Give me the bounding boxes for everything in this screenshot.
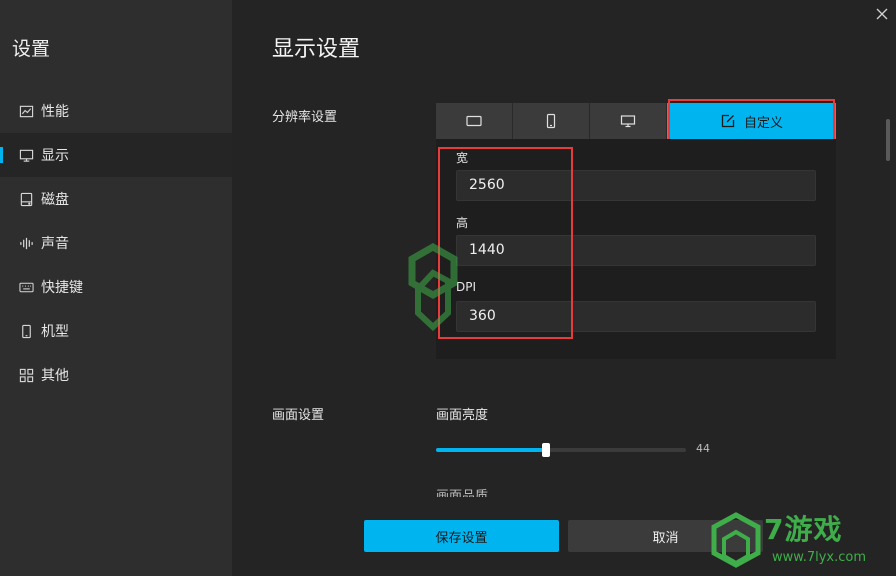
tab-desktop[interactable] bbox=[590, 103, 667, 139]
width-input[interactable]: 2560 bbox=[456, 170, 816, 201]
height-input[interactable]: 1440 bbox=[456, 235, 816, 266]
sidebar-item-other[interactable]: 其他 bbox=[0, 353, 232, 397]
picture-section-label: 画面设置 bbox=[272, 408, 325, 423]
clipped-setting-label: 画面品质 bbox=[436, 489, 489, 497]
chart-line-icon bbox=[18, 103, 34, 119]
sidebar: 设置 性能 显示 磁盘 声音 快捷键 机型 其他 bbox=[0, 0, 232, 576]
close-icon[interactable] bbox=[874, 6, 890, 22]
sidebar-item-label: 显示 bbox=[41, 148, 69, 164]
phone-portrait-icon bbox=[546, 113, 556, 129]
tab-custom[interactable]: 自定义 bbox=[667, 103, 836, 139]
tab-custom-label: 自定义 bbox=[743, 115, 783, 131]
dpi-label: DPI bbox=[456, 280, 477, 294]
height-label: 高 bbox=[456, 216, 469, 230]
save-button[interactable]: 保存设置 bbox=[364, 520, 559, 552]
cancel-button[interactable]: 取消 bbox=[568, 520, 763, 552]
brightness-slider-thumb[interactable] bbox=[542, 443, 550, 457]
sidebar-item-label: 声音 bbox=[41, 236, 69, 252]
tab-tablet-landscape[interactable] bbox=[436, 103, 513, 139]
resolution-tabs: 自定义 bbox=[436, 103, 836, 139]
brightness-slider-fill bbox=[436, 448, 546, 452]
sidebar-item-label: 磁盘 bbox=[41, 192, 69, 208]
sidebar-nav: 性能 显示 磁盘 声音 快捷键 机型 其他 bbox=[0, 89, 232, 397]
sidebar-item-disk[interactable]: 磁盘 bbox=[0, 177, 232, 221]
tablet-landscape-icon bbox=[466, 115, 482, 127]
sidebar-item-display[interactable]: 显示 bbox=[0, 133, 232, 177]
sidebar-item-performance[interactable]: 性能 bbox=[0, 89, 232, 133]
brightness-label: 画面亮度 bbox=[436, 408, 489, 423]
edit-icon bbox=[721, 114, 735, 128]
width-label: 宽 bbox=[456, 151, 469, 165]
disk-icon bbox=[18, 191, 34, 207]
sidebar-item-shortcuts[interactable]: 快捷键 bbox=[0, 265, 232, 309]
sidebar-title: 设置 bbox=[12, 38, 51, 60]
desktop-icon bbox=[620, 115, 636, 128]
sidebar-item-sound[interactable]: 声音 bbox=[0, 221, 232, 265]
sidebar-item-label: 快捷键 bbox=[41, 280, 83, 296]
sidebar-item-label: 其他 bbox=[41, 368, 69, 384]
sidebar-item-label: 性能 bbox=[41, 104, 69, 120]
monitor-icon bbox=[18, 147, 34, 163]
keyboard-icon bbox=[18, 279, 34, 295]
sound-wave-icon bbox=[18, 235, 34, 251]
custom-resolution-panel: 宽 2560 高 1440 DPI 360 bbox=[436, 139, 836, 359]
grid-icon bbox=[18, 367, 34, 383]
resolution-section-label: 分辨率设置 bbox=[272, 110, 338, 125]
tab-phone-portrait[interactable] bbox=[513, 103, 590, 139]
dpi-input[interactable]: 360 bbox=[456, 301, 816, 332]
sidebar-item-device-model[interactable]: 机型 bbox=[0, 309, 232, 353]
main-panel: 显示设置 分辨率设置 自定义 宽 2560 高 1440 DPI 360 画面设… bbox=[232, 0, 896, 576]
brightness-value: 44 bbox=[696, 442, 710, 455]
phone-icon bbox=[18, 323, 34, 339]
brightness-slider[interactable] bbox=[436, 443, 686, 457]
sidebar-item-label: 机型 bbox=[41, 324, 69, 340]
page-title: 显示设置 bbox=[272, 37, 361, 62]
scrollbar[interactable] bbox=[886, 119, 890, 161]
